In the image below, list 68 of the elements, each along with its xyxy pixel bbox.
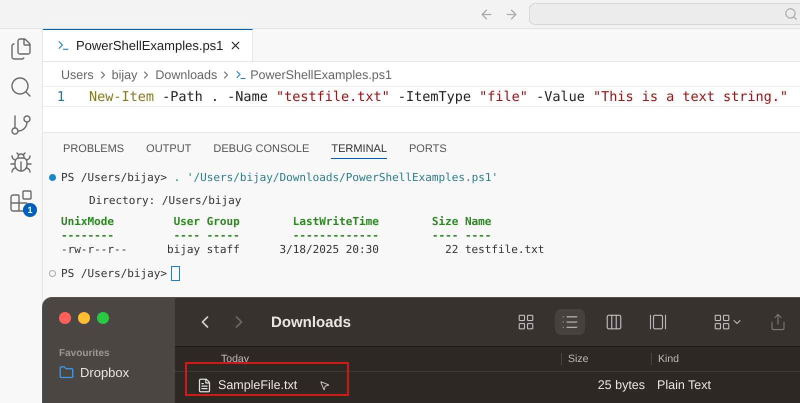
icons-view-icon [517, 313, 535, 331]
table-cell-text: 3/18/2025 20:30 [278, 243, 379, 257]
extensions-button[interactable]: 1 [9, 189, 33, 213]
panel-tab[interactable]: DEBUG CONSOLE [213, 137, 310, 159]
editor-tab[interactable]: PowerShellExamples.ps1 [43, 29, 254, 61]
header-underline: ---- [464, 229, 492, 243]
close-button[interactable] [59, 312, 71, 324]
column-header: LastWriteTime [292, 215, 379, 229]
column-header[interactable]: Kind [651, 353, 800, 365]
powershell-icon [57, 39, 70, 52]
folder-icon [59, 365, 74, 380]
table-cell-text: 22 [444, 243, 458, 257]
list-view-button[interactable] [555, 309, 585, 335]
group-heading: Today [220, 353, 250, 365]
header-underline: ----- [206, 229, 240, 243]
header-underline: ---- [430, 229, 458, 243]
breadcrumb-item[interactable]: PowerShellExamples.ps1 [250, 68, 392, 82]
file-icon [197, 378, 212, 392]
notification-badge: 1 [23, 203, 37, 217]
share-icon [769, 313, 787, 331]
files-button[interactable] [9, 37, 33, 61]
powershell-icon [235, 69, 248, 81]
run-debug-button[interactable] [9, 151, 33, 175]
line-number: 1 [56, 88, 66, 104]
table-cell-text: testfile.txt [464, 243, 546, 257]
table-cell-text: staff [206, 243, 240, 257]
panel-tab[interactable]: OUTPUT [146, 137, 192, 159]
panel-tab[interactable]: PORTS [408, 137, 447, 159]
minimize-button[interactable] [78, 312, 90, 324]
panel-tab[interactable]: TERMINAL [331, 137, 387, 159]
column-header: User [172, 215, 200, 229]
header-underline: -------- [61, 229, 115, 243]
close-icon[interactable] [229, 39, 242, 52]
terminal-prompt: PS /Users/bijay> [61, 267, 167, 280]
terminal-prompt: PS /Users/bijay> [61, 171, 167, 184]
search-button[interactable] [9, 75, 33, 99]
window-title: Downloads [271, 314, 352, 330]
code-line: New-Item -Path . -Name "testfile.txt" -ItemType "file" -Value "This is a text string." [89, 88, 788, 104]
column-header: Name [464, 215, 492, 229]
text-cursor [170, 266, 180, 281]
sidebar-item[interactable]: Dropbox [59, 365, 175, 380]
source-control-button[interactable] [9, 113, 33, 137]
terminal-command: . '/Users/bijay/Downloads/PowerShellExamples.ps1' [174, 171, 498, 184]
file-size: 25 bytes [596, 378, 646, 392]
sidebar-heading: Favourites [59, 348, 111, 359]
zoom-button[interactable] [97, 312, 109, 324]
search-icon [784, 7, 798, 21]
header-underline: ---- [172, 229, 200, 243]
column-header: UnixMode [61, 215, 115, 229]
column-header[interactable]: Size [561, 353, 651, 365]
column-header: Size [430, 215, 458, 229]
terminal-output: Directory: /Users/bijay [89, 194, 242, 207]
table-cell-text: -rw-r--r-- [61, 243, 128, 257]
columns-view-icon [605, 313, 623, 331]
header-underline: ------------- [292, 229, 379, 243]
grid-icon [713, 313, 731, 331]
command-search-field[interactable] [529, 3, 800, 25]
gallery-view-icon [649, 313, 667, 331]
file-name[interactable]: SampleFile.txt [218, 378, 298, 392]
table-cell: bijay [166, 243, 200, 257]
breadcrumb-item[interactable]: Downloads [155, 68, 218, 82]
pointer-icon [319, 380, 330, 390]
list-view-icon [561, 313, 579, 331]
breadcrumb-item[interactable]: Users [61, 68, 94, 82]
panel-tab[interactable]: PROBLEMS [63, 137, 124, 159]
column-header: Group [206, 215, 240, 229]
file-kind: Plain Text [656, 378, 712, 392]
breadcrumb-item[interactable]: bijay [112, 68, 138, 82]
